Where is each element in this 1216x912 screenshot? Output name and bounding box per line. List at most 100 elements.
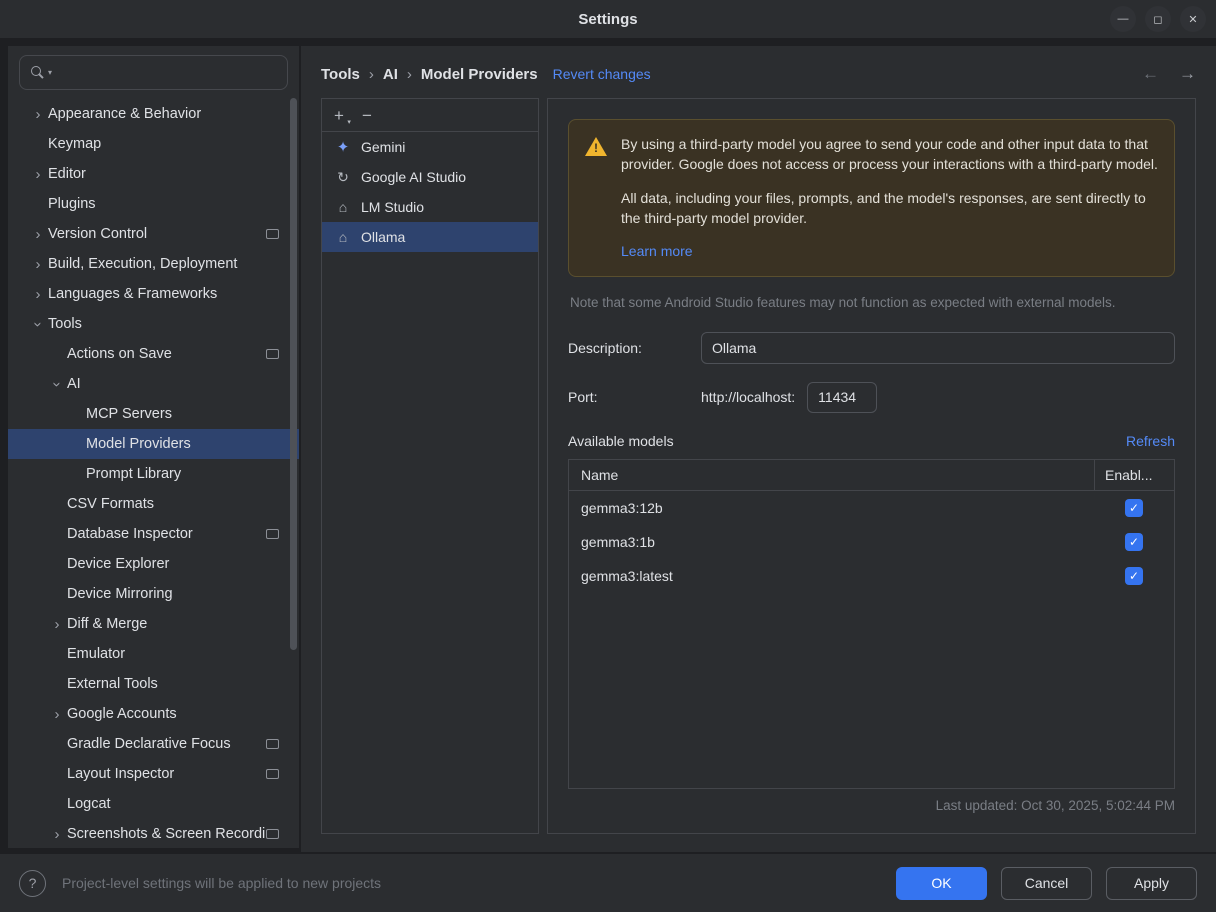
sidebar-item-prompt-library[interactable]: Prompt Library — [8, 459, 299, 489]
description-field[interactable] — [701, 332, 1175, 364]
providers-panel: + ▾ − ✦Gemini↻Google AI Studio⌂LM Studio… — [321, 98, 539, 834]
sidebar-item-editor[interactable]: ›Editor — [8, 159, 299, 189]
chevron-right-icon[interactable]: › — [47, 706, 67, 723]
minimize-icon[interactable]: — — [1110, 6, 1136, 32]
chevron-right-icon[interactable]: › — [28, 226, 48, 243]
sidebar-scrollbar[interactable] — [290, 98, 297, 650]
enabled-checkbox[interactable]: ✓ — [1125, 499, 1143, 517]
sidebar-item-device-explorer[interactable]: Device Explorer — [8, 549, 299, 579]
sidebar-item-google-accounts[interactable]: ›Google Accounts — [8, 699, 299, 729]
sidebar-item-csv-formats[interactable]: CSV Formats — [8, 489, 299, 519]
sidebar-item-label: Prompt Library — [86, 466, 181, 482]
remove-provider-button[interactable]: − — [362, 107, 372, 124]
sidebar-item-plugins[interactable]: Plugins — [8, 189, 299, 219]
sidebar-item-appearance-behavior[interactable]: ›Appearance & Behavior — [8, 99, 299, 129]
sidebar-item-label: Languages & Frameworks — [48, 286, 217, 302]
sidebar-item-screenshots-screen-recordi[interactable]: ›Screenshots & Screen Recordi — [8, 819, 299, 848]
main-panel: Tools › AI › Model Providers Revert chan… — [301, 46, 1216, 852]
footer-hint: Project-level settings will be applied t… — [62, 875, 381, 891]
warning-text: By using a third-party model you agree t… — [621, 135, 1158, 259]
revert-changes-link[interactable]: Revert changes — [553, 66, 651, 82]
close-icon[interactable]: ✕ — [1180, 6, 1206, 32]
sidebar-item-label: Emulator — [67, 646, 125, 662]
cancel-button[interactable]: Cancel — [1001, 867, 1092, 900]
provider-item-gemini[interactable]: ✦Gemini — [322, 132, 538, 162]
history-nav: ← → — [1142, 64, 1196, 84]
provider-item-google-ai-studio[interactable]: ↻Google AI Studio — [322, 162, 538, 192]
maximize-icon[interactable]: ◻ — [1145, 6, 1171, 32]
chevron-right-icon[interactable]: › — [28, 106, 48, 123]
sidebar-item-diff-merge[interactable]: ›Diff & Merge — [8, 609, 299, 639]
sidebar-item-mcp-servers[interactable]: MCP Servers — [8, 399, 299, 429]
sidebar-item-keymap[interactable]: Keymap — [8, 129, 299, 159]
refresh-link[interactable]: Refresh — [1126, 433, 1175, 449]
search-options-caret-icon[interactable]: ▾ — [48, 68, 52, 77]
breadcrumb-separator-icon: › — [369, 66, 374, 83]
sidebar-item-layout-inspector[interactable]: Layout Inspector — [8, 759, 299, 789]
sidebar-item-label: Actions on Save — [67, 346, 172, 362]
sidebar-item-languages-frameworks[interactable]: ›Languages & Frameworks — [8, 279, 299, 309]
sidebar-item-external-tools[interactable]: External Tools — [8, 669, 299, 699]
warning-paragraph: All data, including your files, prompts,… — [621, 189, 1158, 229]
chevron-right-icon[interactable]: › — [28, 256, 48, 273]
sidebar-item-label: Diff & Merge — [67, 616, 147, 632]
provider-item-ollama[interactable]: ⌂Ollama — [322, 222, 538, 252]
provider-item-label: Ollama — [361, 229, 405, 245]
sidebar-item-label: CSV Formats — [67, 496, 154, 512]
sidebar-item-build-execution-deployment[interactable]: ›Build, Execution, Deployment — [8, 249, 299, 279]
breadcrumb: Tools › AI › Model Providers Revert chan… — [321, 58, 1196, 90]
settings-window: Settings — ◻ ✕ ▾ ›Appearance & BehaviorK… — [0, 0, 1216, 912]
learn-more-link[interactable]: Learn more — [621, 243, 693, 259]
search-input[interactable] — [60, 65, 277, 81]
port-field[interactable] — [807, 382, 877, 413]
sidebar-item-device-mirroring[interactable]: Device Mirroring — [8, 579, 299, 609]
chevron-right-icon[interactable]: › — [47, 616, 67, 633]
model-name: gemma3:12b — [569, 500, 1094, 516]
sidebar-item-database-inspector[interactable]: Database Inspector — [8, 519, 299, 549]
forward-arrow-icon[interactable]: → — [1179, 64, 1196, 84]
panels-row: + ▾ − ✦Gemini↻Google AI Studio⌂LM Studio… — [321, 98, 1196, 834]
help-icon[interactable]: ? — [19, 870, 46, 897]
breadcrumb-separator-icon: › — [407, 66, 412, 83]
sidebar-item-actions-on-save[interactable]: Actions on Save — [8, 339, 299, 369]
breadcrumb-tools[interactable]: Tools — [321, 66, 360, 83]
enabled-checkbox[interactable]: ✓ — [1125, 533, 1143, 551]
add-provider-button[interactable]: + ▾ — [334, 107, 344, 124]
ok-button[interactable]: OK — [896, 867, 987, 900]
chevron-down-icon[interactable]: › — [30, 314, 47, 334]
model-enabled-cell: ✓ — [1094, 533, 1174, 551]
search-icon — [30, 65, 45, 80]
chevron-right-icon[interactable]: › — [47, 826, 67, 843]
sidebar-item-model-providers[interactable]: Model Providers — [8, 429, 299, 459]
sidebar-item-emulator[interactable]: Emulator — [8, 639, 299, 669]
chevron-right-icon[interactable]: › — [28, 166, 48, 183]
sidebar-item-label: Layout Inspector — [67, 766, 174, 782]
sidebar-item-label: Version Control — [48, 226, 147, 242]
per-project-settings-icon — [266, 229, 279, 239]
provider-item-lm-studio[interactable]: ⌂LM Studio — [322, 192, 538, 222]
port-row: Port: http://localhost: — [568, 382, 1175, 413]
sidebar-item-ai[interactable]: ›AI — [8, 369, 299, 399]
sidebar-item-label: Plugins — [48, 196, 96, 212]
sidebar-item-logcat[interactable]: Logcat — [8, 789, 299, 819]
model-name: gemma3:latest — [569, 568, 1094, 584]
sidebar-item-version-control[interactable]: ›Version Control — [8, 219, 299, 249]
warning-paragraph: By using a third-party model you agree t… — [621, 135, 1158, 175]
search-box[interactable]: ▾ — [19, 55, 288, 90]
column-header-name: Name — [569, 460, 1094, 490]
sidebar-item-tools[interactable]: ›Tools — [8, 309, 299, 339]
sidebar-item-gradle-declarative-focus[interactable]: Gradle Declarative Focus — [8, 729, 299, 759]
sidebar-item-label: AI — [67, 376, 81, 392]
back-arrow-icon[interactable]: ← — [1142, 64, 1159, 84]
breadcrumb-model-providers[interactable]: Model Providers — [421, 66, 538, 83]
google-ai-studio-icon: ↻ — [334, 169, 352, 186]
provider-item-label: LM Studio — [361, 199, 424, 215]
chevron-down-icon[interactable]: › — [49, 374, 66, 394]
footer-buttons: OK Cancel Apply — [896, 867, 1197, 900]
providers-toolbar: + ▾ − — [322, 99, 538, 132]
enabled-checkbox[interactable]: ✓ — [1125, 567, 1143, 585]
settings-sidebar: ▾ ›Appearance & BehaviorKeymap›Editor Plu… — [8, 46, 299, 848]
apply-button[interactable]: Apply — [1106, 867, 1197, 900]
chevron-right-icon[interactable]: › — [28, 286, 48, 303]
breadcrumb-ai[interactable]: AI — [383, 66, 398, 83]
